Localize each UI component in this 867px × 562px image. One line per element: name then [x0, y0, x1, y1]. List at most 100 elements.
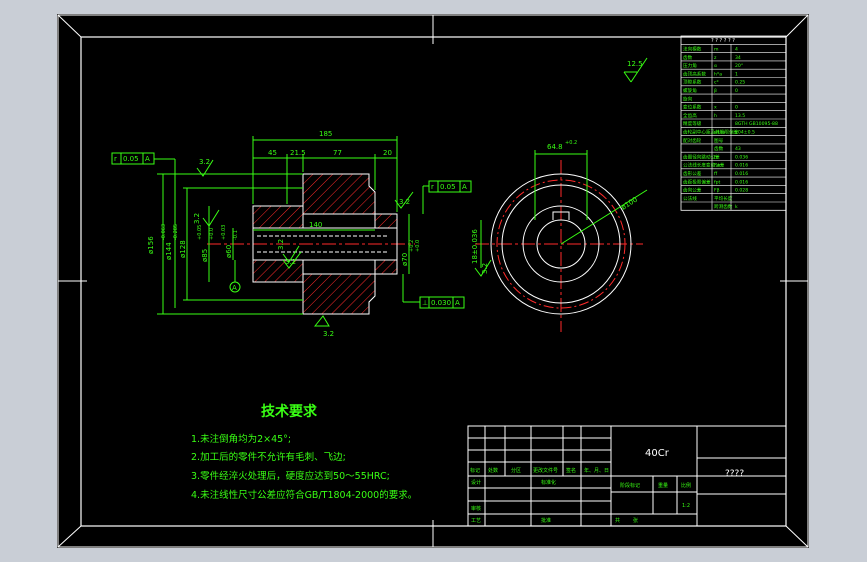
gear-table-name: 压力角 — [683, 62, 697, 69]
svg-text:处数: 处数 — [488, 467, 498, 474]
svg-text:+0.0: +0.0 — [415, 240, 421, 252]
title-block-text: 40Cr ???? 标记 处数 分区 更改文件号 签名 年、月、日 设计 标准化… — [470, 448, 744, 524]
gear-table-symbol: x — [714, 106, 717, 111]
svg-text:审核: 审核 — [471, 505, 481, 512]
cad-viewport[interactable]: ? ? ? ? ? ? 法向模数 m 4 齿数 z 34 压力角 α 20° 齿顶高系数 h*a 1 顶隙… — [57, 14, 809, 548]
gear-table-name: 齿距极限偏差 — [683, 178, 711, 185]
gear-table-value: 1 — [735, 71, 738, 77]
svg-text:+0.05: +0.05 — [197, 225, 203, 240]
trim-mark-bl — [57, 525, 82, 548]
svg-text:A: A — [462, 183, 467, 191]
gear-table-symbol: 平均长度 — [714, 195, 733, 202]
tech-req-item-4: 4.未注线性尺寸公差应符合GB/T1804-2000的要求。 — [191, 489, 417, 501]
gear-table-symbol: 跨测齿数 — [714, 203, 733, 210]
gear-table-value: 4 — [735, 47, 738, 53]
svg-text:r: r — [431, 183, 434, 191]
svg-text:-0.1: -0.1 — [233, 230, 239, 240]
svg-text:1:2: 1:2 — [682, 503, 690, 509]
gear-table-value: 8GTH GB10095-88 — [735, 121, 778, 127]
gear-table-name: 全齿高 — [683, 112, 697, 119]
svg-text:18±0.036: 18±0.036 — [471, 229, 479, 264]
gear-table-header: ? ? ? ? ? ? — [711, 38, 735, 44]
svg-text:ø144: ø144 — [165, 242, 173, 260]
svg-text:A: A — [145, 155, 150, 163]
roughness-symbol-general: 12.5 — [623, 57, 648, 83]
svg-text:64.8: 64.8 — [547, 143, 563, 151]
svg-text:ø156: ø156 — [147, 236, 155, 254]
gear-table-symbol: 齿数 — [714, 145, 724, 152]
svg-text:重量: 重量 — [658, 482, 668, 489]
svg-text:3.2: 3.2 — [277, 239, 285, 250]
roughness-general-value: 12.5 — [627, 60, 643, 68]
right-boss-bottom — [374, 259, 398, 275]
gear-table-value: 0.25 — [735, 80, 745, 86]
gtol-frame-left: r 0.05 A — [111, 152, 176, 180]
drawing-name: ???? — [725, 469, 744, 479]
svg-text:年、月、日: 年、月、日 — [584, 467, 609, 474]
trim-mark-tl — [57, 14, 82, 38]
datum-a-marker: A — [229, 260, 241, 293]
gear-table-symbol: h*a — [714, 71, 722, 77]
gear-table-symbol: 图号 — [714, 138, 724, 144]
svg-text:工艺: 工艺 — [471, 518, 481, 524]
svg-text:标记: 标记 — [470, 467, 480, 474]
svg-text:批准: 批准 — [541, 517, 551, 524]
gear-table-name: 齿向公差 — [683, 187, 702, 194]
gear-table-symbol: c* — [714, 80, 720, 86]
gear-table-symbol: Fw — [714, 163, 721, 169]
gear-section-top — [302, 173, 376, 215]
gear-table-symbol: h — [714, 113, 717, 119]
svg-text:3.2: 3.2 — [323, 330, 334, 338]
svg-text:+0.2: +0.2 — [565, 140, 577, 146]
svg-text:ø100: ø100 — [620, 196, 639, 212]
svg-text:20: 20 — [383, 149, 392, 157]
svg-text:分区: 分区 — [511, 467, 521, 474]
dim-outer-diameter: ø100 — [560, 189, 648, 245]
svg-text:ø85: ø85 — [201, 249, 209, 262]
svg-text:+0.0: +0.0 — [209, 228, 215, 240]
svg-text:设计: 设计 — [471, 479, 481, 486]
gear-table-name: 旋向 — [683, 95, 693, 102]
svg-text:21.5: 21.5 — [290, 149, 306, 157]
gear-table-value: 0.016 — [735, 179, 748, 185]
gear-table-name: 齿数 — [683, 54, 693, 61]
svg-text:0.030: 0.030 — [431, 299, 451, 307]
gear-table-value: 34 — [735, 55, 741, 61]
gear-table-name: 配对齿轮 — [683, 137, 702, 144]
gear-table-value: 204±0.5 — [735, 130, 755, 136]
gear-table-symbol: m — [714, 48, 719, 53]
svg-text:更改文件号: 更改文件号 — [533, 467, 558, 474]
gear-table-symbol: z — [714, 56, 717, 61]
gear-table-symbol: Fβ — [714, 188, 720, 194]
svg-text:3.2: 3.2 — [199, 158, 210, 166]
gtol-frame-right: r 0.05 A — [422, 180, 472, 214]
svg-text:45: 45 — [268, 149, 277, 157]
gear-table-value: 43 — [735, 146, 741, 152]
gear-parameter-table: ? ? ? ? ? ? 法向模数 m 4 齿数 z 34 压力角 α 20° 齿顶高系数 h*a 1 顶隙… — [680, 35, 787, 211]
gear-table-name: 精度等级 — [683, 120, 702, 127]
gear-table-value: k — [735, 204, 738, 210]
tech-requirements: 技术要求 1.未注倒角均为2×45°; 2.加工后的零件不允许有毛刺、飞边; 3… — [191, 403, 417, 501]
svg-text:签名: 签名 — [566, 467, 576, 474]
tech-req-title: 技术要求 — [261, 403, 318, 420]
gear-table-name: 法向模数 — [683, 46, 702, 53]
gear-section-bottom — [302, 273, 376, 315]
svg-text:-0.285: -0.285 — [173, 224, 179, 240]
svg-text:-0.063: -0.063 — [161, 224, 167, 240]
svg-text:3.2: 3.2 — [399, 198, 410, 206]
sheet-border — [57, 14, 809, 548]
svg-text:A: A — [455, 299, 460, 307]
gtol-frame-bottom: ⊥ 0.030 A — [402, 274, 465, 309]
tech-req-item-3: 3.零件经淬火处理后，硬度应达到50～55HRC; — [191, 470, 390, 482]
svg-text:ø60: ø60 — [225, 245, 233, 258]
svg-text:0.05: 0.05 — [440, 183, 456, 191]
svg-text:ø70: ø70 — [401, 253, 409, 266]
svg-text:A: A — [232, 284, 237, 292]
svg-text:ø128: ø128 — [179, 240, 187, 258]
svg-text:⊥: ⊥ — [422, 299, 428, 307]
svg-text:3.2: 3.2 — [481, 263, 489, 274]
gear-table-name: 公法线 — [683, 195, 697, 202]
gear-table-symbol: ff — [714, 171, 718, 177]
svg-text:0.05: 0.05 — [123, 155, 139, 163]
svg-text:+0.03: +0.03 — [221, 225, 227, 240]
